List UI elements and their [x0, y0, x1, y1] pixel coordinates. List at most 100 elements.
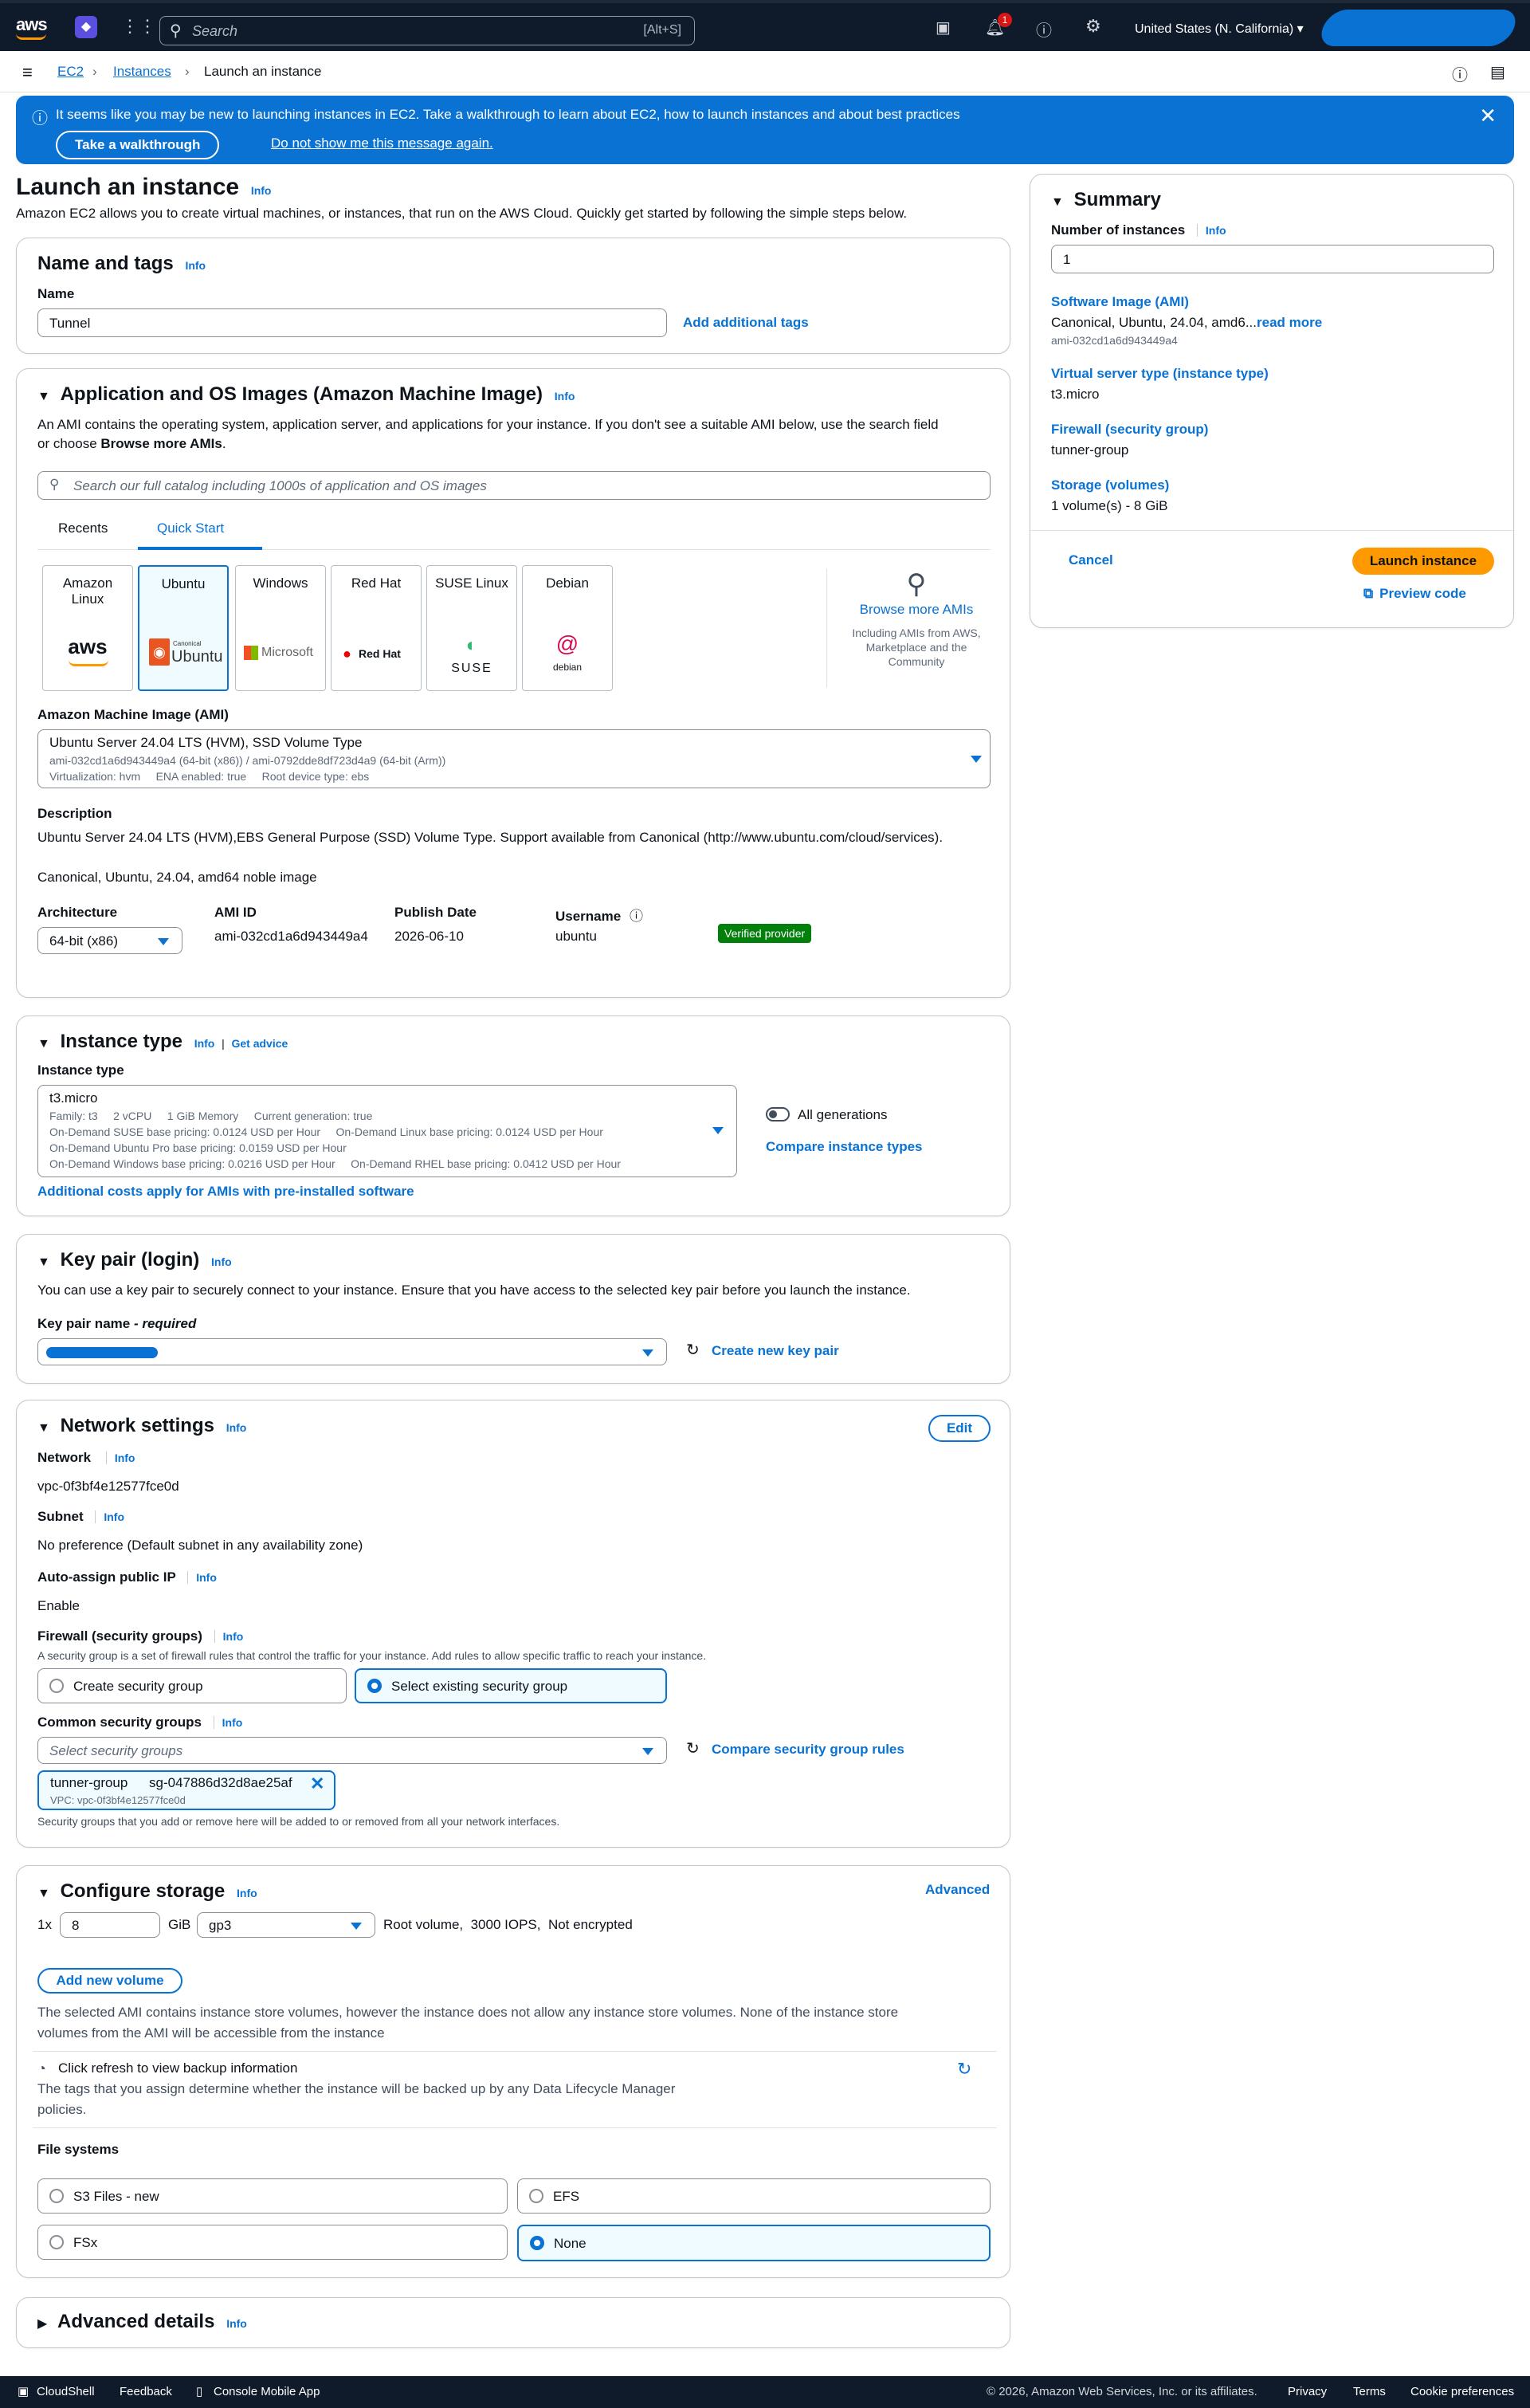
instance-type-info[interactable]: Info [194, 1037, 215, 1050]
footer-mobile-app[interactable]: Console Mobile App [214, 2385, 320, 2398]
create-sg-radio[interactable] [49, 1679, 64, 1693]
browse-more-amis[interactable]: ⚲ Browse more AMIs Including AMIs from A… [842, 568, 991, 669]
get-advice-link[interactable]: Get advice [231, 1037, 288, 1050]
footer-cloudshell[interactable]: CloudShell [37, 2385, 95, 2398]
advanced-info[interactable]: Info [226, 2317, 247, 2330]
global-search[interactable]: ⚲ Search [Alt+S] [159, 16, 695, 45]
read-more-link[interactable]: read more [1257, 315, 1322, 330]
region-selector[interactable]: United States (N. California) ▾ [1135, 21, 1304, 37]
fs-s3-radio[interactable] [49, 2189, 64, 2203]
key-pair-info[interactable]: Info [211, 1255, 232, 1268]
create-key-pair-link[interactable]: Create new key pair [712, 1343, 839, 1359]
name-tags-info[interactable]: Info [185, 259, 206, 272]
settings-gear-icon[interactable]: ⚙ [1085, 16, 1101, 37]
ami-tile-debian[interactable]: Debian @ debian [522, 565, 613, 691]
subnet-info[interactable]: Info [95, 1510, 124, 1523]
footer-feedback[interactable]: Feedback [120, 2385, 172, 2398]
tab-recents[interactable]: Recents [58, 520, 108, 536]
take-walkthrough-button[interactable]: Take a walkthrough [56, 131, 220, 159]
storage-header[interactable]: ▼ Configure storage Info [37, 1880, 257, 1903]
footer-cookies[interactable]: Cookie preferences [1410, 2385, 1514, 2398]
select-existing-sg-option[interactable]: Select existing security group [355, 1668, 667, 1703]
compare-sg-rules-link[interactable]: Compare security group rules [712, 1742, 904, 1758]
common-sg-info[interactable]: Info [213, 1716, 243, 1729]
hamburger-icon[interactable]: ≡ [22, 62, 33, 83]
ami-info[interactable]: Info [555, 390, 575, 403]
add-additional-tags-link[interactable]: Add additional tags [683, 315, 809, 331]
refresh-icon[interactable]: ↻ [686, 1738, 700, 1758]
name-input[interactable]: Tunnel [37, 308, 667, 337]
key-pair-header[interactable]: ▼ Key pair (login) Info [37, 1249, 232, 1271]
username-value: ubuntu [555, 929, 597, 944]
aws-logo[interactable]: aws [16, 14, 48, 35]
cancel-button[interactable]: Cancel [1069, 552, 1113, 568]
security-groups-select[interactable]: Select security groups [37, 1737, 667, 1764]
summary-storage-link[interactable]: Storage (volumes) [1051, 477, 1169, 493]
ami-tile-ubuntu[interactable]: Ubuntu ◉ Canonical Ubuntu [138, 565, 229, 691]
ami-tile-suse[interactable]: SUSE Linux ◐ SUSE [426, 565, 517, 691]
preview-code-button[interactable]: ⧉ Preview code [1363, 586, 1466, 602]
fs-none-radio[interactable] [530, 2236, 544, 2250]
footer-terms[interactable]: Terms [1353, 2385, 1386, 2398]
all-generations-toggle[interactable] [766, 1107, 790, 1122]
key-pair-select[interactable] [37, 1338, 667, 1365]
network-info[interactable]: Info [226, 1421, 247, 1434]
advanced-header[interactable]: ▶ Advanced details Info [37, 2311, 247, 2333]
page-info-link[interactable]: Info [251, 184, 272, 197]
fs-efs-radio[interactable] [529, 2189, 543, 2203]
summary-type-link[interactable]: Virtual server type (instance type) [1051, 366, 1269, 382]
advanced-details-card[interactable]: ▶ Advanced details Info [16, 2297, 1010, 2348]
cloudshell-icon[interactable]: ▣ [936, 18, 951, 37]
footer-privacy[interactable]: Privacy [1288, 2385, 1327, 2398]
info-circle-icon[interactable]: ⓘ [630, 909, 643, 924]
fs-option-efs[interactable]: EFS [517, 2178, 991, 2214]
backup-refresh-icon[interactable]: ↻ [957, 2059, 971, 2080]
add-new-volume-button[interactable]: Add new volume [37, 1968, 182, 1994]
num-instances-info[interactable]: Info [1196, 224, 1226, 237]
breadcrumb-ec2[interactable]: EC2 [57, 64, 84, 80]
breadcrumb-instances[interactable]: Instances [113, 64, 171, 80]
summary-firewall-link[interactable]: Firewall (security group) [1051, 422, 1208, 438]
tab-quick-start[interactable]: Quick Start [157, 520, 224, 536]
network-header[interactable]: ▼ Network settings Info [37, 1415, 246, 1437]
close-icon[interactable]: ✕ [1479, 104, 1497, 128]
ami-tile-windows[interactable]: Windows Microsoft [235, 565, 326, 691]
additional-costs-link[interactable]: Additional costs apply for AMIs with pre… [37, 1184, 414, 1200]
fs-option-s3[interactable]: S3 Files - new [37, 2178, 508, 2214]
network-field-info[interactable]: Info [105, 1451, 135, 1464]
instance-type-select[interactable]: t3.micro Family: t3 2 vCPU 1 GiB Memory … [37, 1085, 737, 1177]
fs-fsx-radio[interactable] [49, 2235, 64, 2249]
ami-search-input[interactable]: ⚲ Search our full catalog including 1000… [37, 471, 991, 500]
volume-type-select[interactable]: gp3 [197, 1912, 375, 1938]
remove-token-icon[interactable]: ✕ [310, 1774, 324, 1794]
ami-tile-amazon-linux[interactable]: Amazon Linux aws [42, 565, 133, 691]
do-not-show-link[interactable]: Do not show me this message again. [271, 136, 493, 151]
ami-select[interactable]: Ubuntu Server 24.04 LTS (HVM), SSD Volum… [37, 729, 991, 788]
apps-grid-icon[interactable]: ⋮⋮ [121, 16, 156, 37]
public-ip-info[interactable]: Info [187, 1571, 217, 1584]
tools-panel-icon[interactable]: ▤ [1490, 62, 1505, 82]
architecture-select[interactable]: 64-bit (x86) [37, 927, 182, 954]
instance-type-header[interactable]: ▼ Instance type Info | Get advice [37, 1031, 288, 1053]
storage-advanced-link[interactable]: Advanced [925, 1882, 990, 1898]
edit-network-button[interactable]: Edit [928, 1415, 991, 1442]
storage-info[interactable]: Info [237, 1887, 257, 1899]
launch-instance-button[interactable]: Launch instance [1352, 548, 1494, 575]
fs-option-fsx[interactable]: FSx [37, 2225, 508, 2260]
info-panel-icon[interactable]: ⓘ [1452, 62, 1468, 85]
app-badge-icon[interactable]: ◆ [75, 16, 97, 38]
summary-ami-link[interactable]: Software Image (AMI) [1051, 294, 1189, 310]
compare-instance-types-link[interactable]: Compare instance types [766, 1139, 923, 1155]
firewall-info[interactable]: Info [214, 1630, 244, 1643]
ami-header[interactable]: ▼ Application and OS Images (Amazon Mach… [37, 383, 575, 406]
create-sg-option[interactable]: Create security group [37, 1668, 347, 1703]
ami-tile-red-hat[interactable]: Red Hat ● Red Hat [331, 565, 422, 691]
summary-header[interactable]: ▼ Summary [1051, 189, 1161, 211]
volume-size-input[interactable]: 8 [60, 1912, 160, 1938]
browse-more-link[interactable]: Browse more AMIs [842, 602, 991, 618]
help-icon[interactable]: ⓘ [1036, 18, 1052, 41]
fs-option-none[interactable]: None [517, 2225, 991, 2261]
num-instances-input[interactable]: 1 [1051, 245, 1494, 273]
refresh-icon[interactable]: ↻ [686, 1340, 700, 1360]
select-existing-sg-radio[interactable] [367, 1679, 382, 1693]
